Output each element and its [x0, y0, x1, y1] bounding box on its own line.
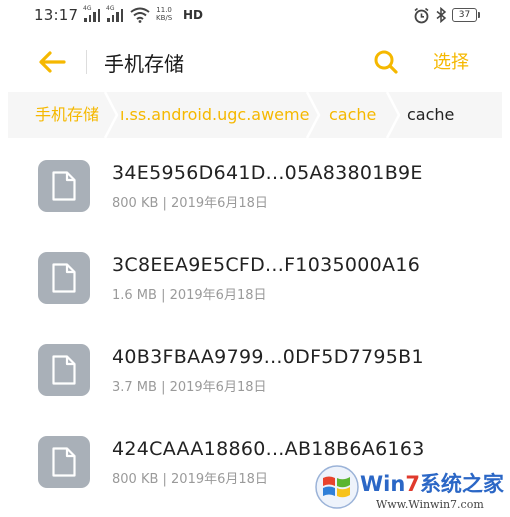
bluetooth-icon — [436, 7, 447, 23]
breadcrumb-item-current: cache — [407, 105, 455, 124]
breadcrumb-separator-icon — [385, 92, 401, 138]
file-icon — [38, 436, 90, 488]
watermark-brand-seven: 7 — [405, 472, 420, 496]
watermark: Win7系统之家 Www.Winwin7.com — [314, 460, 510, 517]
page-title: 手机存储 — [104, 52, 184, 76]
list-item[interactable]: 34E5956D641D...05A83801B9E 800 KB | 2019… — [0, 140, 510, 230]
breadcrumb-item-package[interactable]: ı.ss.android.ugc.aweme — [120, 92, 309, 138]
breadcrumb: 手机存储 ı.ss.android.ugc.aweme cache cache — [8, 92, 502, 138]
breadcrumb-item-root[interactable]: 手机存储 — [35, 92, 99, 138]
wifi-icon — [130, 7, 150, 23]
file-meta: 800 KB | 2019年6月18日 — [112, 196, 268, 211]
header-divider — [86, 50, 87, 74]
file-meta: 800 KB | 2019年6月18日 — [112, 472, 268, 487]
file-meta: 3.7 MB | 2019年6月18日 — [112, 380, 267, 395]
select-button[interactable]: 选择 — [433, 48, 469, 74]
watermark-brand-suffix: 系统之家 — [419, 472, 504, 496]
signal-icon: 4G — [83, 5, 100, 22]
network-speed: 11.0 KB/S — [156, 6, 172, 22]
file-meta: 1.6 MB | 2019年6月18日 — [112, 288, 267, 303]
back-arrow-icon[interactable] — [38, 50, 66, 74]
list-item[interactable]: 3C8EEA9E5CFD...F1035000A16 1.6 MB | 2019… — [0, 232, 510, 322]
watermark-url: Www.Winwin7.com — [376, 498, 484, 511]
alarm-icon — [414, 7, 429, 24]
speed-unit: KB/S — [156, 14, 173, 22]
watermark-brand-prefix: Win — [360, 472, 406, 496]
signal-icon: 4G — [106, 5, 123, 22]
file-icon — [38, 252, 90, 304]
file-name: 34E5956D641D...05A83801B9E — [112, 162, 423, 184]
signal-tag: 4G — [106, 5, 115, 12]
breadcrumb-separator-icon — [103, 92, 119, 138]
file-icon — [38, 344, 90, 396]
watermark-brand: Win7系统之家 — [360, 468, 504, 498]
file-name: 40B3FBAA9799...0DF5D7795B1 — [112, 346, 424, 368]
file-manager-screen: 13:17 4G 4G 11.0 KB/S HD 37 手机存储 选择 手机存储… — [0, 0, 510, 517]
breadcrumb-separator-icon — [305, 92, 321, 138]
battery-icon: 37 — [452, 8, 480, 22]
signal-tag: 4G — [83, 5, 92, 12]
file-icon — [38, 160, 90, 212]
status-time: 13:17 — [34, 6, 79, 24]
speed-value: 11.0 — [156, 6, 172, 14]
file-name: 424CAAA18860...AB18B6A6163 — [112, 438, 425, 460]
hd-indicator: HD — [183, 8, 204, 22]
app-header: 手机存储 选择 — [0, 38, 510, 86]
list-item[interactable]: 40B3FBAA9799...0DF5D7795B1 3.7 MB | 2019… — [0, 324, 510, 414]
status-bar: 13:17 4G 4G 11.0 KB/S HD 37 — [0, 0, 510, 32]
windows-logo-icon — [315, 465, 359, 509]
search-icon[interactable] — [373, 49, 399, 75]
breadcrumb-item-cache[interactable]: cache — [329, 92, 376, 138]
file-name: 3C8EEA9E5CFD...F1035000A16 — [112, 254, 421, 276]
